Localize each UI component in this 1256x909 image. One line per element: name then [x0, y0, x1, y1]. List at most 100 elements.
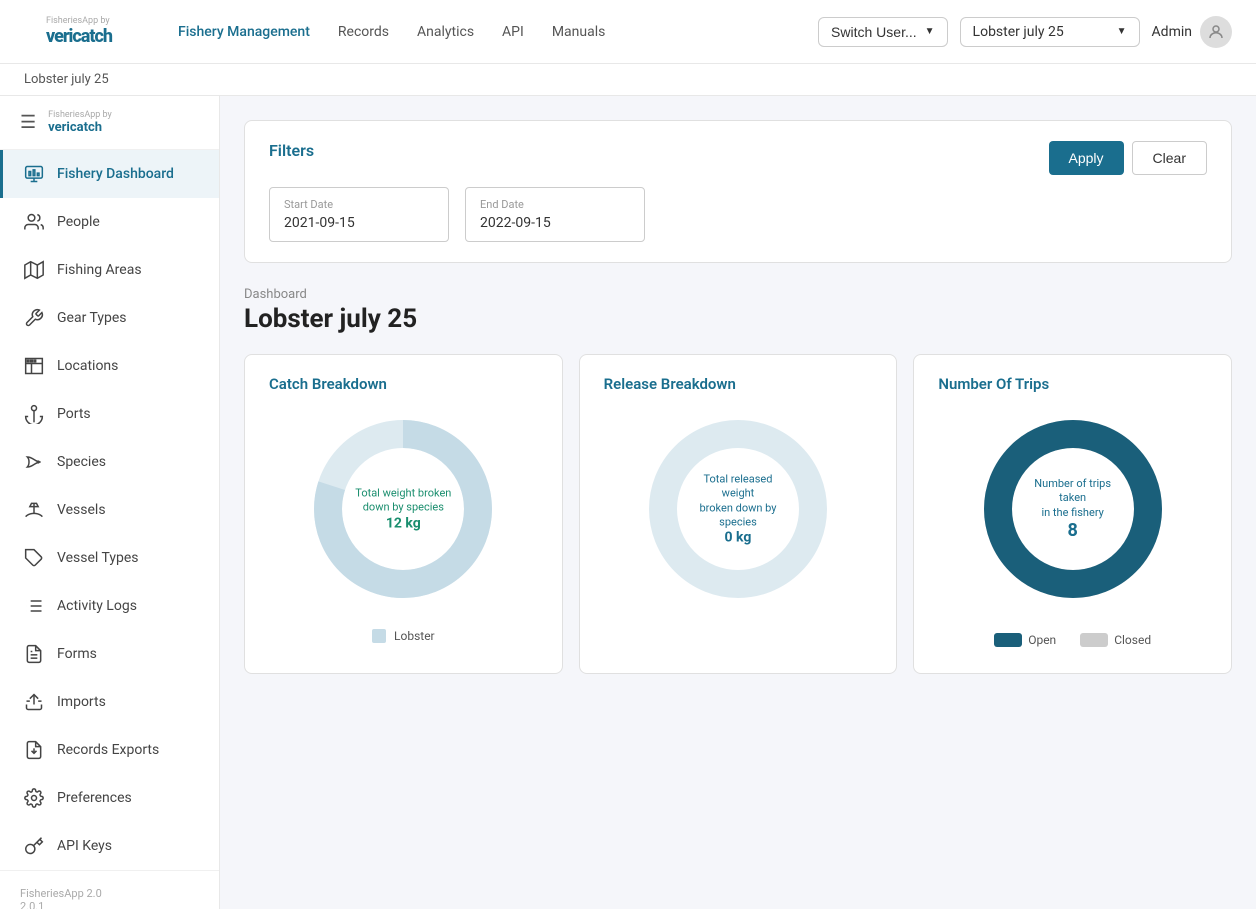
gear-icon	[23, 787, 45, 809]
dashboard-label: Dashboard	[244, 287, 1232, 302]
release-card-title: Release Breakdown	[604, 375, 873, 393]
people-icon	[23, 211, 45, 233]
nav-api[interactable]: API	[490, 16, 536, 48]
trips-legend-closed: Closed	[1080, 633, 1151, 647]
switch-user-button[interactable]: Switch User... ▼	[818, 17, 948, 47]
apply-button[interactable]: Apply	[1049, 141, 1124, 175]
sidebar-logo: FisheriesApp by vericatch	[48, 110, 112, 135]
sidebar-item-label: Preferences	[57, 790, 132, 806]
sidebar-item-label: Fishery Dashboard	[57, 166, 174, 182]
sidebar-item-vessel-types[interactable]: Vessel Types	[0, 534, 219, 582]
key-icon	[23, 835, 45, 857]
tag-icon	[23, 547, 45, 569]
sidebar-item-ports[interactable]: Ports	[0, 390, 219, 438]
sidebar-item-api-keys[interactable]: API Keys	[0, 822, 219, 870]
start-date-field[interactable]: Start Date 2021-09-15	[269, 187, 449, 242]
trips-center-value: 8	[1023, 520, 1123, 541]
filter-dates: Start Date 2021-09-15 End Date 2022-09-1…	[269, 187, 1207, 242]
release-donut-chart: Total released weight broken down by spe…	[638, 409, 838, 609]
sidebar-item-label: Imports	[57, 694, 106, 710]
sidebar-item-label: Fishing Areas	[57, 262, 142, 278]
trips-donut-container: Number of trips taken in the fishery 8 O…	[938, 409, 1207, 647]
release-center-value: 0 kg	[688, 530, 788, 546]
trips-donut-center: Number of trips taken in the fishery 8	[1023, 477, 1123, 541]
sidebar-item-label: Gear Types	[57, 310, 127, 326]
sidebar-item-locations[interactable]: Locations	[0, 342, 219, 390]
nav-analytics[interactable]: Analytics	[405, 16, 486, 48]
sidebar-item-people[interactable]: People	[0, 198, 219, 246]
start-date-value: 2021-09-15	[284, 215, 434, 231]
sidebar-item-species[interactable]: Species	[0, 438, 219, 486]
fishery-select-label: Lobster july 25	[973, 24, 1064, 40]
closed-legend-label: Closed	[1114, 633, 1151, 647]
top-navigation: FisheriesApp by vericatch Fishery Manage…	[0, 0, 1256, 64]
anchor-icon	[23, 403, 45, 425]
breadcrumb: Lobster july 25	[0, 64, 1256, 96]
start-date-label: Start Date	[284, 198, 434, 211]
filters-card: Filters Apply Clear Start Date 2021-09-1…	[244, 120, 1232, 263]
sidebar-item-label: Species	[57, 454, 106, 470]
catch-card-title: Catch Breakdown	[269, 375, 538, 393]
trips-donut-chart: Number of trips taken in the fishery 8	[973, 409, 1173, 609]
nav-fishery-management[interactable]: Fishery Management	[166, 16, 322, 48]
filters-title: Filters	[269, 141, 314, 160]
sidebar-item-activity-logs[interactable]: Activity Logs	[0, 582, 219, 630]
sidebar-item-fishing-areas[interactable]: Fishing Areas	[0, 246, 219, 294]
sidebar-item-forms[interactable]: Forms	[0, 630, 219, 678]
end-date-label: End Date	[480, 198, 630, 211]
hamburger-button[interactable]: ☰	[16, 108, 40, 137]
catch-center-line1: Total weight broken	[355, 487, 451, 501]
catch-legend: Lobster	[372, 629, 435, 643]
catch-donut-container: Total weight broken down by species 12 k…	[269, 409, 538, 643]
catch-center-value: 12 kg	[355, 515, 451, 531]
trips-card-title: Number Of Trips	[938, 375, 1207, 393]
nav-links: Fishery Management Records Analytics API…	[166, 16, 818, 48]
trips-legend-open: Open	[994, 633, 1056, 647]
sidebar-item-vessels[interactable]: Vessels	[0, 486, 219, 534]
footer-version: FisheriesApp 2.0	[20, 887, 199, 900]
switch-user-chevron-icon: ▼	[925, 26, 935, 37]
release-center-line2: broken down by species	[688, 501, 788, 530]
catch-center-line2: down by species	[355, 501, 451, 515]
end-date-value: 2022-09-15	[480, 215, 630, 231]
switch-user-label: Switch User...	[831, 24, 917, 40]
fishery-selector[interactable]: Lobster july 25 ▼	[960, 17, 1140, 47]
sidebar-item-preferences[interactable]: Preferences	[0, 774, 219, 822]
sidebar-item-label: Ports	[57, 406, 91, 422]
dashboard-title: Lobster july 25	[244, 304, 1232, 334]
sidebar-item-label: Records Exports	[57, 742, 159, 758]
fishery-select-chevron-icon: ▼	[1117, 26, 1127, 37]
sidebar-header: ☰ FisheriesApp by vericatch	[0, 96, 219, 150]
logo-brand-text: vericatch	[46, 27, 112, 47]
dashboard-section: Dashboard Lobster july 25	[244, 287, 1232, 334]
export-icon	[23, 739, 45, 761]
stat-cards-grid: Catch Breakdown Total weight broken down…	[244, 354, 1232, 674]
end-date-field[interactable]: End Date 2022-09-15	[465, 187, 645, 242]
vessel-icon	[23, 499, 45, 521]
sidebar-footer: FisheriesApp 2.0 2.0.1 Git tag: 2.0.4	[0, 870, 219, 909]
filter-actions: Apply Clear	[1049, 141, 1208, 175]
release-donut-container: Total released weight broken down by spe…	[604, 409, 873, 621]
nav-manuals[interactable]: Manuals	[540, 16, 618, 48]
admin-label: Admin	[1152, 24, 1192, 40]
admin-area[interactable]: Admin	[1152, 16, 1232, 48]
clear-button[interactable]: Clear	[1132, 141, 1207, 175]
sidebar-item-records-exports[interactable]: Records Exports	[0, 726, 219, 774]
sidebar-item-gear-types[interactable]: Gear Types	[0, 294, 219, 342]
closed-legend-dot	[1080, 633, 1108, 647]
sidebar-item-label: Vessels	[57, 502, 106, 518]
sidebar-item-label: Activity Logs	[57, 598, 137, 614]
topnav-right-area: Switch User... ▼ Lobster july 25 ▼ Admin	[818, 16, 1232, 48]
sidebar-logo-small: FisheriesApp by	[48, 110, 112, 120]
import-icon	[23, 691, 45, 713]
nav-records[interactable]: Records	[326, 16, 401, 48]
release-donut-center: Total released weight broken down by spe…	[688, 472, 788, 545]
trips-center-line1: Number of trips taken	[1023, 477, 1123, 506]
trips-legend: Open Closed	[994, 633, 1151, 647]
sidebar-item-imports[interactable]: Imports	[0, 678, 219, 726]
logo-area: FisheriesApp by vericatch	[24, 14, 134, 50]
release-center-line1: Total released weight	[688, 472, 788, 501]
sidebar-item-fishery-dashboard[interactable]: Fishery Dashboard	[0, 150, 219, 198]
open-legend-dot	[994, 633, 1022, 647]
wrench-icon	[23, 307, 45, 329]
